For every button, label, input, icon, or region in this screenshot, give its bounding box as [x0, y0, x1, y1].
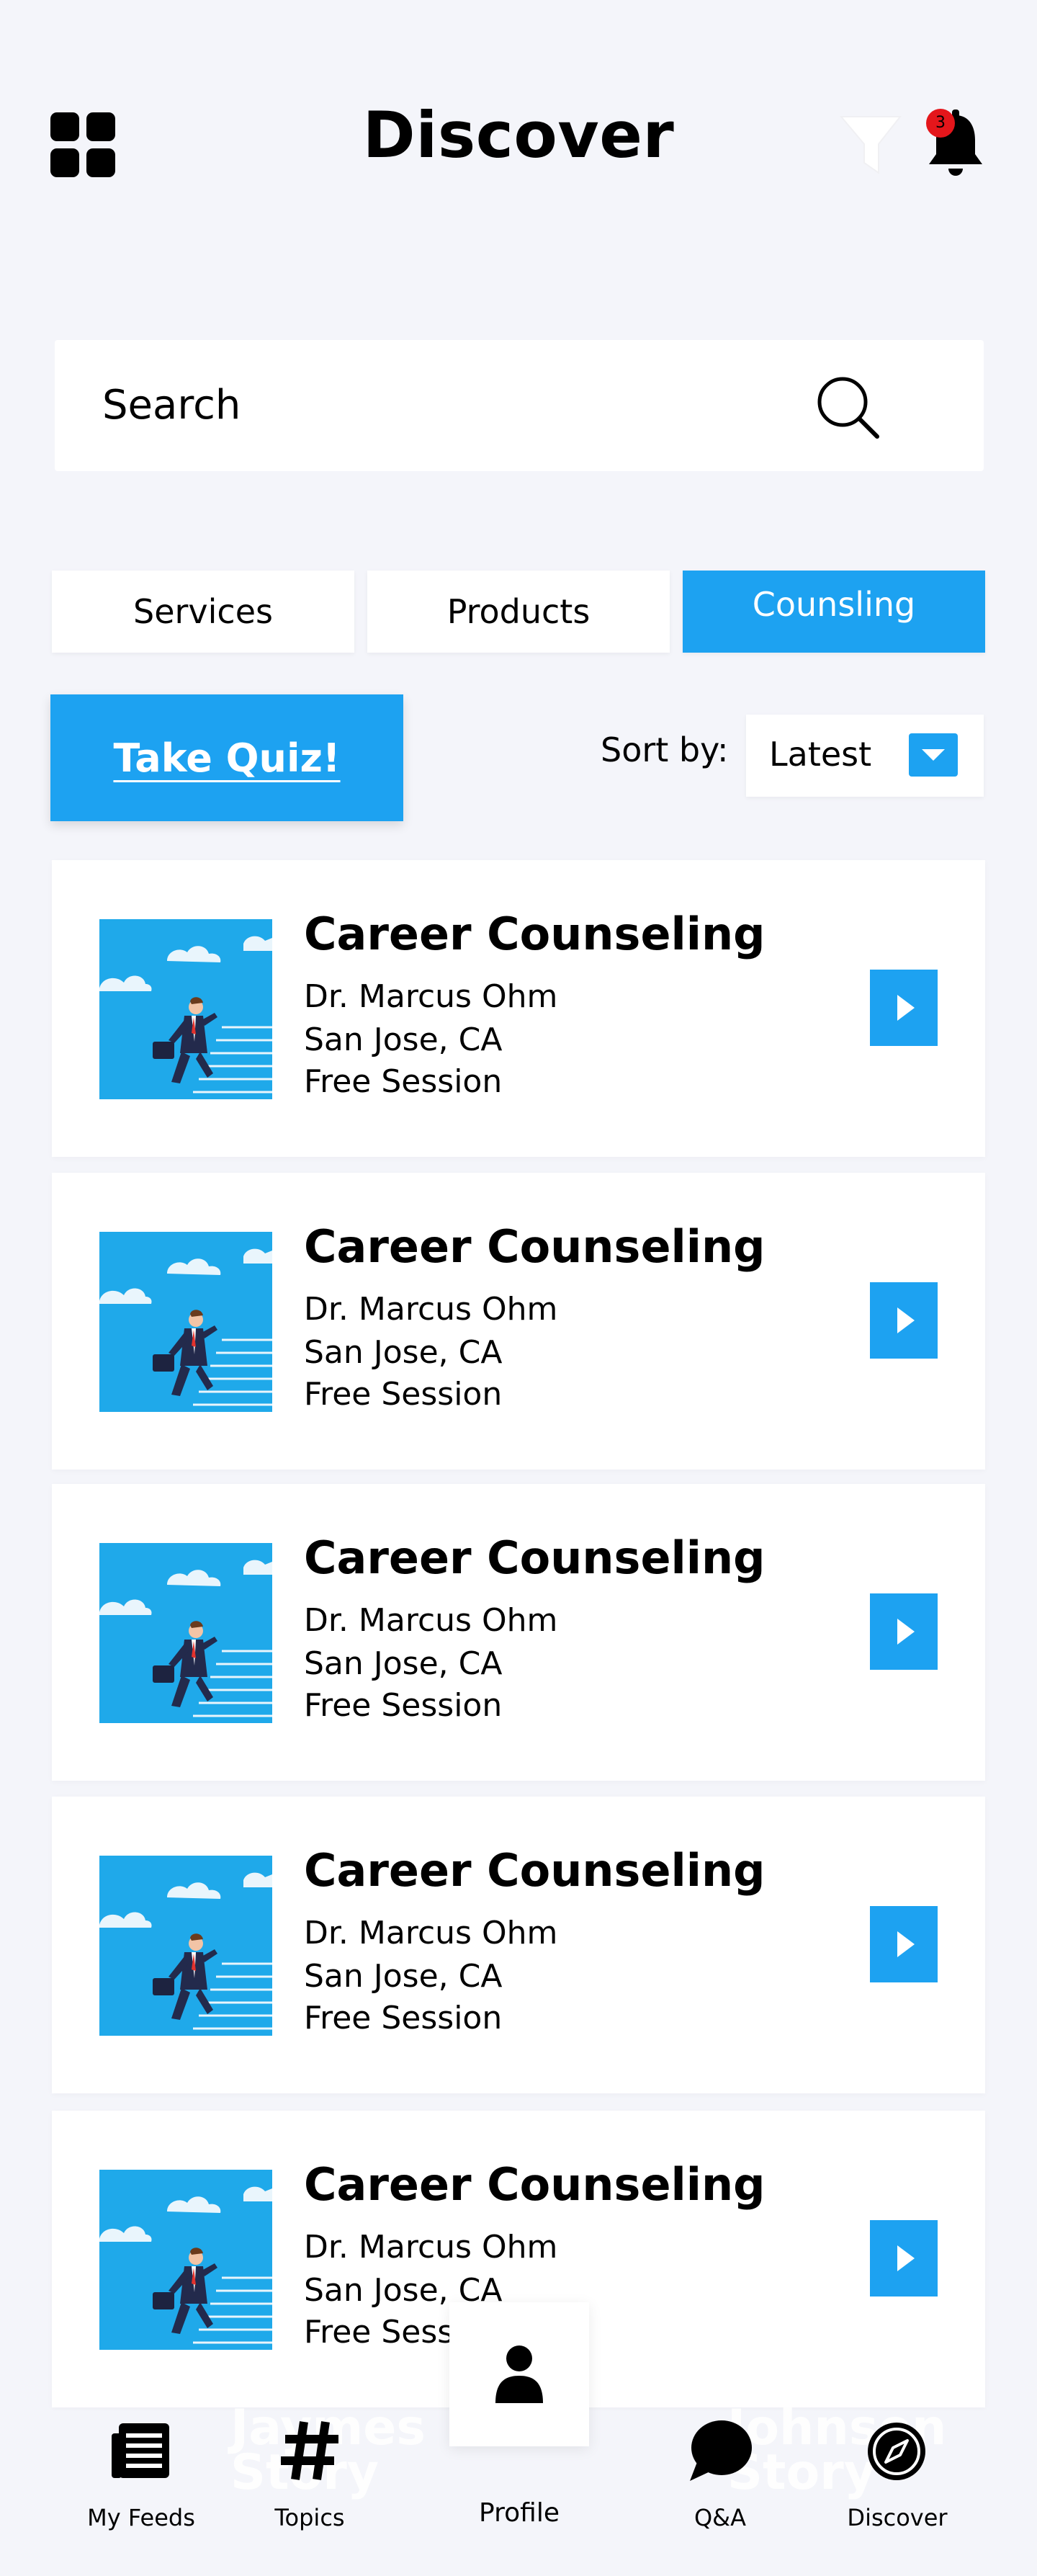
card-counselor: Dr. Marcus Ohm	[304, 1291, 558, 1328]
tab-counsling[interactable]: Counsling	[683, 571, 985, 653]
sort-label: Sort by:	[601, 730, 729, 769]
take-quiz-label: Take Quiz!	[113, 735, 341, 781]
card-counselor: Dr. Marcus Ohm	[304, 2229, 558, 2266]
card-counselor: Dr. Marcus Ohm	[304, 1915, 558, 1951]
nav-discover[interactable]: Discover	[832, 2410, 962, 2554]
play-icon[interactable]	[870, 1593, 938, 1670]
card-location: San Jose, CA	[304, 1334, 503, 1371]
card-location: San Jose, CA	[304, 1645, 503, 1682]
card-counselor: Dr. Marcus Ohm	[304, 978, 558, 1015]
play-icon[interactable]	[870, 2220, 938, 2297]
card-title: Career Counseling	[304, 1220, 766, 1273]
card-location: San Jose, CA	[304, 1958, 503, 1995]
take-quiz-button[interactable]: Take Quiz!	[50, 694, 403, 821]
card-title: Career Counseling	[304, 1531, 766, 1584]
hashtag-icon	[281, 2421, 338, 2480]
notification-badge: 3	[926, 109, 955, 138]
nav-label: Q&A	[693, 2504, 747, 2531]
card-price: Free Session	[304, 1687, 503, 1724]
nav-my-feeds[interactable]: My Feeds	[76, 2410, 206, 2554]
card-counselor: Dr. Marcus Ohm	[304, 1602, 558, 1639]
card-price: Free Session	[304, 1063, 503, 1100]
nav-label: Topics	[274, 2504, 345, 2531]
nav-profile-label[interactable]: Profile	[449, 2498, 589, 2528]
person-icon	[495, 2345, 543, 2403]
counseling-card[interactable]: Career Counseling Dr. Marcus Ohm San Jos…	[52, 1797, 985, 2093]
nav-label: Discover	[847, 2504, 948, 2531]
feeds-icon	[112, 2423, 169, 2478]
card-thumbnail	[99, 2170, 272, 2350]
search-icon[interactable]	[814, 373, 883, 442]
filter-icon[interactable]	[840, 115, 902, 174]
card-title: Career Counseling	[304, 1844, 766, 1897]
chevron-down-icon[interactable]	[909, 733, 958, 777]
tab-products[interactable]: Products	[367, 571, 670, 653]
search-input[interactable]: Search	[102, 382, 241, 429]
card-price: Free Session	[304, 2000, 503, 2036]
play-icon[interactable]	[870, 970, 938, 1046]
card-thumbnail	[99, 919, 272, 1099]
chat-bubble-icon	[690, 2420, 752, 2481]
card-title: Career Counseling	[304, 908, 766, 960]
play-icon[interactable]	[870, 1906, 938, 1982]
nav-qa[interactable]: Q&A	[655, 2410, 785, 2554]
card-title: Career Counseling	[304, 2158, 766, 2211]
card-location: San Jose, CA	[304, 1021, 503, 1058]
nav-label: My Feeds	[87, 2504, 195, 2531]
profile-button[interactable]	[449, 2302, 589, 2446]
play-icon[interactable]	[870, 1282, 938, 1359]
compass-icon	[868, 2423, 925, 2480]
card-thumbnail	[99, 1543, 272, 1723]
counseling-card[interactable]: Career Counseling Dr. Marcus Ohm San Jos…	[52, 1173, 985, 1470]
counseling-card[interactable]: Career Counseling Dr. Marcus Ohm San Jos…	[52, 860, 985, 1157]
sort-value: Latest	[769, 735, 872, 774]
card-thumbnail	[99, 1856, 272, 2036]
counseling-card[interactable]: Career Counseling Dr. Marcus Ohm San Jos…	[52, 1484, 985, 1781]
card-price: Free Session	[304, 1376, 503, 1413]
nav-topics[interactable]: Topics	[245, 2410, 374, 2554]
tab-services[interactable]: Services	[52, 571, 354, 653]
card-thumbnail	[99, 1232, 272, 1412]
